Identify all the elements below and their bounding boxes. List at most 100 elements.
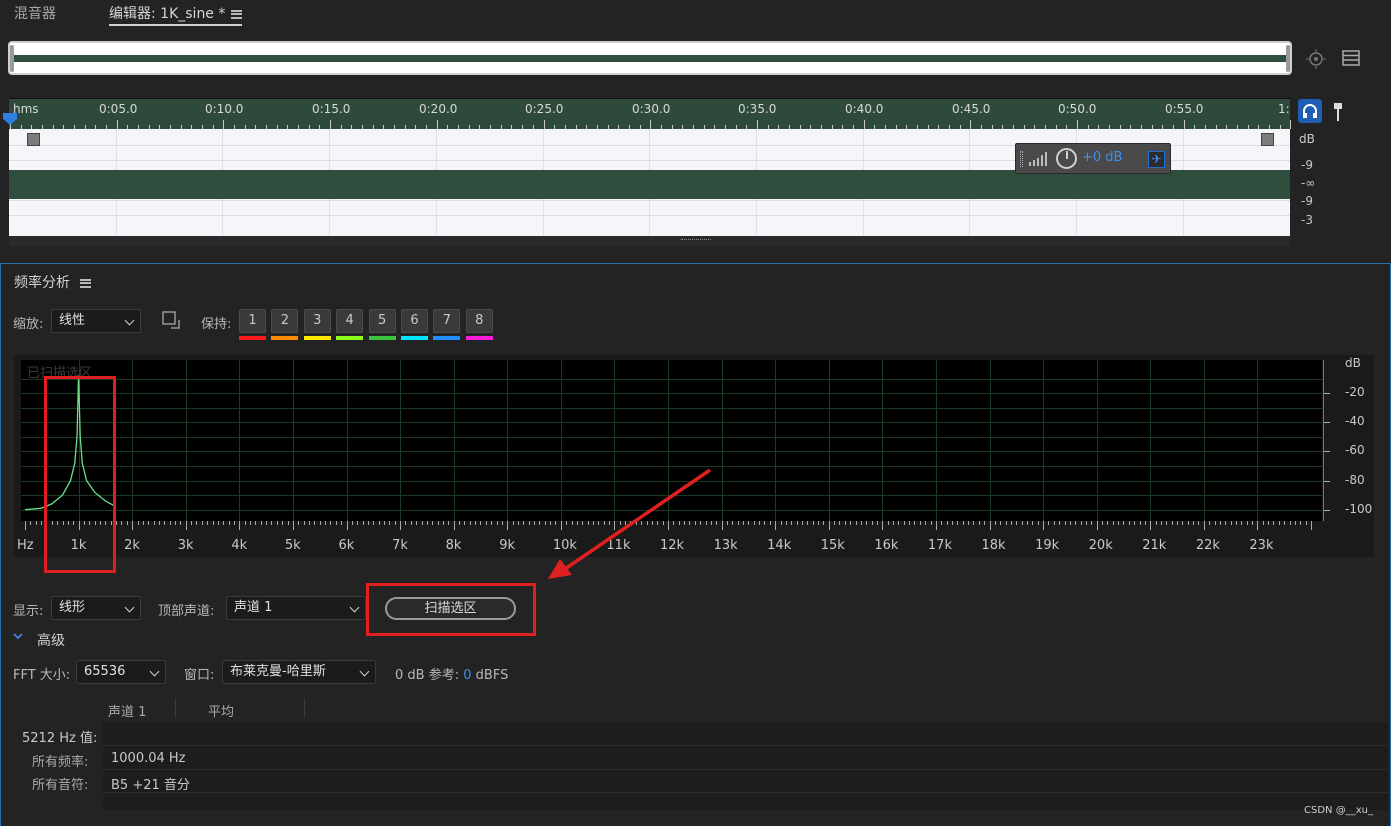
hud-drag-grip[interactable] [1020,151,1023,167]
overview-left-handle[interactable] [10,45,14,72]
x-tick-label: 7k [392,538,408,553]
x-tick-mark [1172,521,1173,525]
x-tick-label: 6k [338,538,355,553]
hold-button-5[interactable]: 5 [368,309,396,333]
row-value-all-notes: B5 +21 音分 [111,778,190,793]
x-tick-mark [893,521,894,525]
hold-button-4[interactable]: 4 [336,309,364,333]
zoom-label: 缩放: [13,317,44,332]
display-select[interactable]: 线形 [51,596,141,620]
x-tick-mark [41,521,42,525]
scan-selection-button[interactable]: 扫描选区 [385,597,516,620]
x-tick-mark [121,521,122,525]
x-tick-mark [1231,521,1232,525]
hold-button-6[interactable]: 6 [401,309,428,333]
x-tick-mark [1193,521,1194,525]
time-ruler[interactable]: hms 0:05.0 0:10.0 0:15.0 0:20.0 0:25.0 0… [9,98,1292,129]
x-tick-mark [973,521,974,525]
y-tick-label: -100 [1345,501,1373,516]
ruler-label: 0:55.0 [1165,102,1204,116]
x-tick-mark [36,521,37,525]
hold-button-3[interactable]: 3 [303,309,331,333]
zoom-select[interactable]: 线性 [51,309,141,333]
gain-hud[interactable]: +0 dB ✈ [1015,143,1171,174]
gain-knob[interactable] [1056,148,1077,169]
x-tick-mark [470,521,471,525]
x-tick-mark [384,521,385,525]
hold-button-2[interactable]: 2 [271,309,299,333]
x-tick-mark [1043,521,1044,530]
y-tick-mark [1324,422,1330,424]
x-tick-mark [325,521,326,525]
track-list-icon[interactable] [1342,49,1360,67]
ruler-tick [970,120,972,129]
x-tick-mark [207,521,208,525]
window-select[interactable]: 布莱克曼-哈里斯 [222,660,376,684]
x-tick-label: 9k [499,538,516,553]
x-tick-mark [341,521,342,525]
x-tick-label: 14k [767,538,792,553]
top-channel-select[interactable]: 声道 1 [226,596,366,620]
ruler-label: 0:35.0 [738,102,777,116]
gain-value[interactable]: +0 dB [1082,150,1122,165]
x-tick-mark [1177,521,1178,525]
y-tick-label: dB [1345,356,1361,370]
x-tick-mark [984,521,985,525]
x-tick-label: 18k [981,538,1006,553]
x-tick-mark [239,521,240,530]
x-tick-label: 2k [124,538,140,553]
pin-marker-icon[interactable] [1333,103,1343,121]
x-tick-mark [347,521,348,530]
x-tick-mark [298,521,299,525]
fade-out-handle[interactable] [1261,133,1274,146]
hold-button-8[interactable]: 8 [465,309,493,333]
hold-color-swatch [465,336,493,340]
playhead-icon[interactable] [3,113,17,125]
x-tick-mark [1252,521,1253,525]
tab-mixer[interactable]: 混音器 [14,4,56,26]
panel-menu-icon[interactable] [231,9,243,19]
overview-right-handle[interactable] [1286,45,1290,72]
ruler-label: 0:45.0 [952,102,991,116]
watermark: CSDN @__xu_ [1304,805,1373,816]
x-tick-mark [368,521,369,525]
x-tick-mark [1107,521,1108,525]
hold-button-1[interactable]: 1 [239,309,266,333]
x-tick-mark [143,521,144,525]
chevron-down-icon[interactable] [12,630,24,642]
x-tick-mark [336,521,337,525]
amp-label: dB [1299,132,1315,146]
row-label-all-notes: 所有音符: [32,778,89,793]
x-tick-mark [1306,521,1307,525]
advanced-toggle[interactable]: 高级 [37,630,65,650]
fft-size-select[interactable]: 65536 [76,660,166,684]
x-tick-mark [738,521,739,525]
amp-label: -∞ [1301,176,1316,190]
hold-button-7[interactable]: 7 [433,309,461,333]
waveform-overview[interactable] [8,41,1292,75]
x-tick-mark [759,521,760,525]
x-tick-mark [1086,521,1087,525]
x-tick-mark [968,521,969,525]
pin-hud-icon[interactable]: ✈ [1148,151,1165,168]
db-reference-value[interactable]: 0 [463,668,471,683]
x-tick-mark [523,521,524,525]
volume-bars-icon [1029,150,1051,170]
resize-grip[interactable] [9,236,1290,246]
x-tick-mark [534,521,535,525]
tab-editor[interactable]: 编辑器: 1K_sine * [109,4,243,26]
x-tick-mark [255,521,256,525]
log-scale-icon[interactable] [162,311,180,329]
ruler-label: 0:40.0 [845,102,884,116]
x-tick-mark [770,521,771,525]
fade-in-handle[interactable] [27,133,40,146]
hold-color-swatch [239,336,266,340]
x-tick-mark [963,521,964,525]
x-tick-mark [304,521,305,525]
headphones-icon[interactable] [1298,99,1322,123]
panel-menu-icon[interactable] [80,278,91,288]
x-tick-mark [1263,521,1264,525]
x-tick-mark [786,521,787,525]
annotation-arrow [548,468,711,579]
zoom-navigator-icon[interactable] [1305,48,1327,70]
